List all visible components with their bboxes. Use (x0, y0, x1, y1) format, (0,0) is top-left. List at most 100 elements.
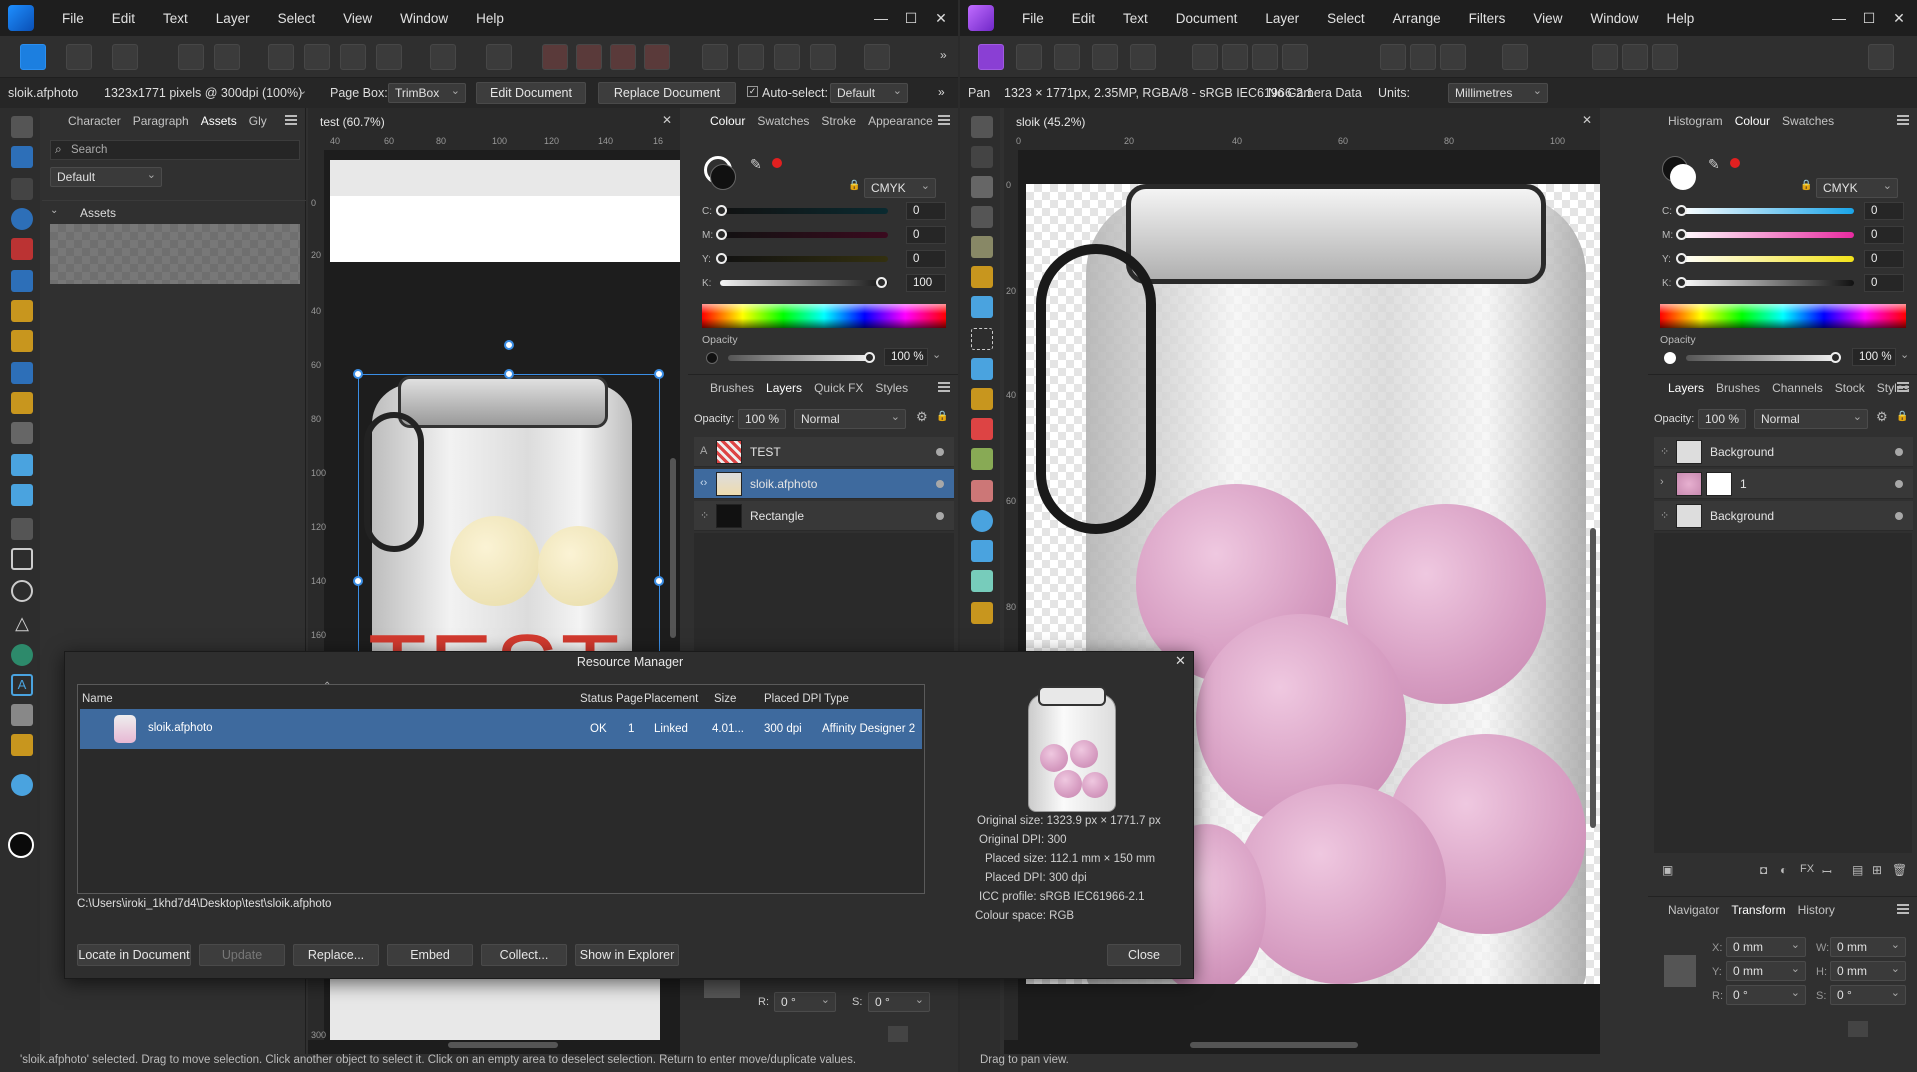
colour-model-select[interactable]: CMYK (1816, 177, 1898, 198)
column-header-status[interactable]: Status (580, 693, 613, 705)
designer-doc-tab[interactable]: test (60.7%) ✕ (308, 108, 680, 134)
menu-text[interactable]: Text (149, 11, 202, 26)
slider-m-value[interactable]: 0 (1864, 226, 1904, 244)
view-tool-icon[interactable] (971, 116, 993, 138)
vertical-scrollbar[interactable] (670, 458, 676, 638)
pencil-tool-icon[interactable] (11, 300, 33, 322)
transparency-tool-icon[interactable] (11, 392, 33, 414)
tab-swatches[interactable]: Swatches (751, 114, 815, 128)
slider-y-track[interactable] (1680, 256, 1854, 262)
tab-colour[interactable]: Colour (1729, 114, 1776, 128)
node-tool-icon[interactable] (11, 178, 33, 200)
point-transform-icon[interactable] (11, 208, 33, 230)
auto-select-select[interactable]: Default (830, 82, 908, 103)
menu-help[interactable]: Help (462, 11, 518, 26)
menu-window[interactable]: Window (1576, 11, 1652, 26)
transform-extra-icon[interactable] (888, 1026, 908, 1042)
tab-assets[interactable]: Assets (195, 114, 243, 128)
persona-develop-icon[interactable] (1054, 44, 1080, 70)
tab-paragraph[interactable]: Paragraph (127, 114, 195, 128)
tab-transform[interactable]: Transform (1725, 903, 1791, 917)
text-tool-icon[interactable]: A (11, 674, 33, 696)
horizontal-scrollbar[interactable] (448, 1042, 558, 1048)
show-in-explorer-button[interactable]: Show in Explorer (575, 944, 679, 966)
dialog-close-icon[interactable]: ✕ (1175, 653, 1186, 669)
opacity-slider-knob[interactable] (1830, 352, 1841, 363)
layer-row-sloik[interactable]: ‹› sloik.afphoto (694, 469, 954, 499)
blend-mode-select[interactable]: Normal (794, 408, 906, 429)
add-layer-icon[interactable]: ⊞ (1872, 863, 1882, 877)
menu-edit[interactable]: Edit (1058, 11, 1109, 26)
colour-replace-icon[interactable] (971, 418, 993, 440)
fx-icon[interactable]: FX (1800, 863, 1814, 875)
mask-chevron-icon[interactable] (1530, 44, 1544, 70)
slider-k-track[interactable] (1680, 280, 1854, 286)
menu-select[interactable]: Select (264, 11, 330, 26)
live-filter-icon[interactable]: ꟷ (1822, 863, 1832, 880)
panel-menu-icon[interactable] (938, 382, 950, 392)
opacity-slider-track[interactable] (728, 355, 868, 361)
units-select[interactable]: Millimetres (1448, 82, 1548, 103)
column-header-type[interactable]: Type (824, 693, 849, 705)
assistant-icon[interactable] (1592, 44, 1618, 70)
update-button[interactable]: Update (199, 944, 285, 966)
layer-folder-icon[interactable]: ▣ (1662, 863, 1673, 877)
column-header-placed-dpi[interactable]: Placed DPI (764, 693, 822, 705)
menu-document[interactable]: Document (1162, 11, 1252, 26)
eyedropper-icon[interactable]: ✎ (750, 156, 762, 173)
opacity-slider-track[interactable] (1686, 355, 1834, 361)
maximize-icon[interactable]: ☐ (1854, 10, 1884, 27)
slider-k-value[interactable]: 100 (906, 274, 946, 292)
persona-tone-icon[interactable] (1092, 44, 1118, 70)
opacity-slider-knob[interactable] (864, 352, 875, 363)
snapping-icon[interactable] (214, 44, 240, 70)
fill-tool-icon[interactable] (11, 362, 33, 384)
trash-icon[interactable]: 🗑 (1892, 863, 1907, 877)
replace-document-button[interactable]: Replace Document (598, 82, 736, 104)
visibility-icon[interactable] (936, 448, 944, 456)
rectangle-tool-icon[interactable] (11, 548, 33, 570)
panel-menu-icon[interactable] (1897, 115, 1909, 125)
colour-spectrum[interactable] (702, 304, 946, 328)
contrast-icon[interactable] (1222, 44, 1248, 70)
column-header-name[interactable]: Name (82, 693, 113, 705)
column-header-page[interactable]: Page (616, 693, 643, 705)
settings-icon[interactable] (178, 44, 204, 70)
panel-menu-icon[interactable] (285, 115, 297, 125)
tab-channels[interactable]: Channels (1766, 381, 1829, 395)
transform-origin-icon[interactable] (430, 44, 456, 70)
layer-row-background[interactable]: ⁘ Background (1654, 437, 1913, 467)
selection-handle[interactable] (654, 369, 664, 379)
embed-button[interactable]: Embed (387, 944, 473, 966)
tab-glyphs[interactable]: Gly (243, 114, 273, 128)
rotation-field[interactable]: 0 ° (1726, 984, 1806, 1005)
measure-tool-icon[interactable] (11, 734, 33, 756)
white-balance-icon[interactable] (1282, 44, 1308, 70)
lock-icon[interactable]: 🔒 (848, 180, 860, 191)
w-field[interactable]: 0 mm (1830, 936, 1906, 957)
auto-select-checkbox[interactable]: ✓ (747, 86, 758, 97)
colour-spectrum[interactable] (1660, 304, 1906, 328)
table-row[interactable]: sloik.afphoto OK 1 Linked 4.01... 300 dp… (80, 709, 922, 749)
persona-photo-icon[interactable] (978, 44, 1004, 70)
flip-vertical-icon[interactable] (738, 44, 764, 70)
persona-pixel-icon[interactable] (66, 44, 92, 70)
locate-in-document-button[interactable]: Locate in Document (77, 944, 191, 966)
close-icon[interactable]: ✕ (1884, 10, 1914, 27)
group-icon[interactable]: ▤ (1852, 863, 1863, 877)
select-path-icon[interactable] (376, 44, 402, 70)
red-eye-icon[interactable] (971, 236, 993, 258)
visibility-icon[interactable] (1895, 448, 1903, 456)
selection-brush-icon[interactable] (971, 266, 993, 288)
transform-anchor-icon[interactable] (704, 980, 740, 998)
crop-tool-icon[interactable] (11, 518, 33, 540)
tab-swatches[interactable]: Swatches (1776, 114, 1840, 128)
fill-tool-icon[interactable] (971, 358, 993, 380)
colour-picker-icon[interactable] (971, 176, 993, 198)
erase-brush-icon[interactable] (971, 480, 993, 502)
tab-styles[interactable]: Styles (869, 381, 914, 395)
quick-mask-icon[interactable] (1502, 44, 1528, 70)
assets-search-box[interactable]: ⌕ Search (50, 140, 300, 160)
tab-layers[interactable]: Layers (1662, 381, 1710, 395)
menu-view[interactable]: View (329, 11, 386, 26)
